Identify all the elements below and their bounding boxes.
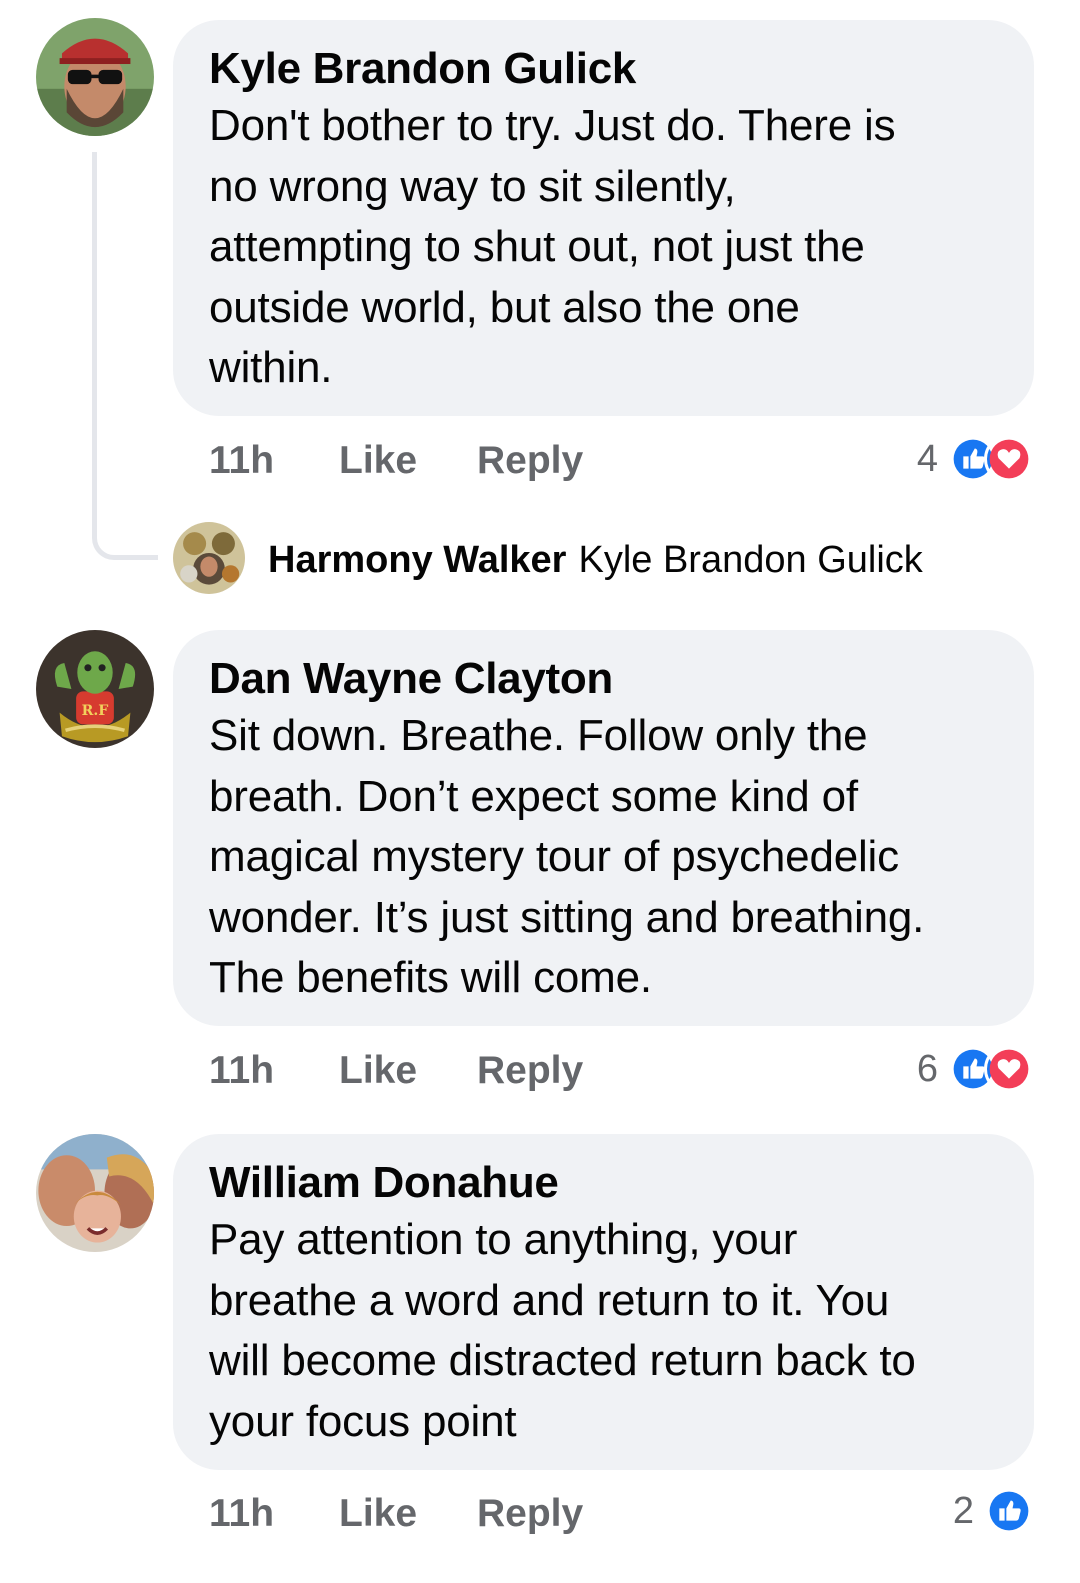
comment-author[interactable]: Dan Wayne Clayton <box>209 652 1004 706</box>
comment-bubble-william: William Donahue Pay attention to anythin… <box>173 1134 1034 1470</box>
reaction-count: 4 <box>916 437 938 480</box>
comment-text-line: Sit down. Breathe. Follow only the <box>209 711 868 760</box>
comment-text-line: no wrong way to sit silently, <box>209 161 736 211</box>
comment-text-line: your focus point <box>209 1396 517 1446</box>
comment-text-line: Don't bother to try. Just do. There is <box>209 101 896 150</box>
reply-button[interactable]: Reply <box>477 1049 583 1093</box>
comment-text-line: within. <box>209 343 333 392</box>
reply-button[interactable]: Reply <box>477 439 583 483</box>
comment-text-line: breathe a word and return to it. You <box>209 1275 890 1325</box>
avatar-kyle[interactable] <box>36 18 154 136</box>
comment-timestamp[interactable]: 11h <box>209 1049 339 1093</box>
love-icon <box>984 434 1034 484</box>
comment-text-line: The benefits will come. <box>209 953 652 1002</box>
like-icon <box>984 1486 1034 1536</box>
comment-bubble-dan: Dan Wayne Clayton Sit down. Breathe. Fol… <box>173 630 1034 1026</box>
comment-author[interactable]: William Donahue <box>209 1156 1004 1210</box>
svg-text:R.F: R.F <box>82 703 109 719</box>
comment-text-line: will become distracted return back to <box>209 1336 916 1385</box>
reaction-summary[interactable]: 2 <box>953 1486 1034 1536</box>
like-button[interactable]: Like <box>339 1492 477 1536</box>
reaction-count: 2 <box>952 1489 974 1532</box>
reaction-summary[interactable]: 4 <box>917 434 1034 484</box>
love-icon <box>984 1044 1034 1094</box>
comment-actions: 11h Like Reply <box>209 436 583 486</box>
comment-text-line: magical mystery tour of psychedelic <box>209 832 899 881</box>
reaction-summary[interactable]: 6 <box>917 1044 1034 1094</box>
comment-text-line: outside world, but also the one <box>209 282 800 332</box>
thread-connector <box>92 152 158 560</box>
comment-timestamp[interactable]: 11h <box>209 439 339 483</box>
avatar-harmony[interactable] <box>173 522 245 594</box>
comment-text-line: breath. Don’t expect some kind of <box>209 771 858 821</box>
avatar-dan[interactable]: R.F <box>36 630 154 748</box>
avatar-william[interactable] <box>36 1134 154 1252</box>
comments-thread: Kyle Brandon Gulick Don't bother to try.… <box>0 0 1080 1583</box>
like-button[interactable]: Like <box>339 439 477 483</box>
comment-actions: 11h Like Reply <box>209 1046 583 1096</box>
comment-timestamp[interactable]: 11h <box>209 1492 339 1536</box>
reply-preview[interactable]: Harmony Walker Kyle Brandon Gulick <box>268 532 923 588</box>
reply-mention[interactable]: Kyle Brandon Gulick <box>578 539 922 582</box>
comment-text-line: Pay attention to anything, your <box>209 1215 798 1264</box>
comment-bubble-kyle: Kyle Brandon Gulick Don't bother to try.… <box>173 20 1034 416</box>
like-button[interactable]: Like <box>339 1049 477 1093</box>
reaction-count: 6 <box>916 1047 938 1090</box>
reply-author[interactable]: Harmony Walker <box>268 539 566 582</box>
comment-text-line: attempting to shut out, not just the <box>209 222 865 271</box>
comment-actions: 11h Like Reply <box>209 1489 583 1539</box>
comment-text-line: wonder. It’s just sitting and breathing. <box>209 892 925 942</box>
comment-author[interactable]: Kyle Brandon Gulick <box>209 42 1004 96</box>
reply-button[interactable]: Reply <box>477 1492 583 1536</box>
